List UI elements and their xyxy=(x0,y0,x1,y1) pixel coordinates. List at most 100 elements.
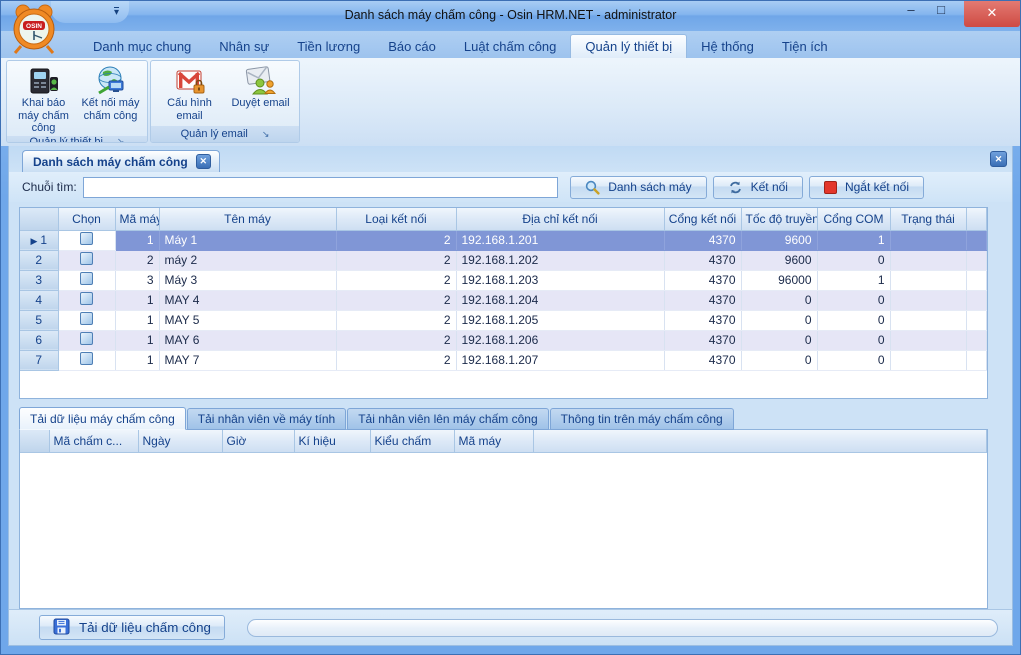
machine-row[interactable]: 3 3 Máy 3 2 192.168.1.203 4370 96000 1 xyxy=(20,270,987,290)
ribbon-tab-strip: Danh mục chung Nhân sự Tiền lương Báo cá… xyxy=(1,31,1020,58)
machine-row[interactable]: 4 1 MAY 4 2 192.168.1.204 4370 0 0 xyxy=(20,290,987,310)
tab-close-icon[interactable]: ✕ xyxy=(196,154,211,169)
row-checkbox[interactable] xyxy=(80,252,93,265)
row-checkbox[interactable] xyxy=(80,232,93,245)
column-header-toc-do-truyen[interactable]: Tốc độ truyền xyxy=(741,208,817,230)
panel-close-icon[interactable]: ✕ xyxy=(990,151,1007,167)
dialog-launcher-icon[interactable]: ↘ xyxy=(117,137,125,143)
row-checkbox[interactable] xyxy=(80,332,93,345)
ribbon-tab-nhan-su[interactable]: Nhân sự xyxy=(205,34,283,58)
cell-dia-chi: 192.168.1.206 xyxy=(456,330,664,350)
stop-icon xyxy=(824,181,837,194)
select-cell xyxy=(58,310,115,330)
cau-hinh-email-label: Cấu hình email xyxy=(155,97,224,122)
machine-row[interactable]: 7 1 MAY 7 2 192.168.1.207 4370 0 0 xyxy=(20,350,987,370)
cell-cong-com: 0 xyxy=(817,250,890,270)
maximize-button[interactable]: □ xyxy=(926,1,956,21)
search-input[interactable] xyxy=(83,177,559,198)
select-cell xyxy=(58,330,115,350)
cau-hinh-email-button[interactable]: Cấu hình email xyxy=(155,64,224,123)
cell-ten-may: MAY 7 xyxy=(159,350,336,370)
column-header-ki-hieu[interactable]: Kí hiệu xyxy=(294,430,370,452)
cell-cong-com: 0 xyxy=(817,310,890,330)
tab-tai-du-lieu-may[interactable]: Tải dữ liệu máy chấm công xyxy=(19,407,186,430)
row-indicator: 2 xyxy=(20,250,58,270)
header-filler xyxy=(966,208,987,230)
row-checkbox[interactable] xyxy=(80,272,93,285)
ribbon-group-email: Cấu hình email Duyệt email xyxy=(150,60,300,143)
column-header-dia-chi-ket-noi[interactable]: Địa chỉ kết nối xyxy=(456,208,664,230)
row-checkbox[interactable] xyxy=(80,352,93,365)
column-header-chon[interactable]: Chọn xyxy=(58,208,115,230)
minimize-button[interactable]: – xyxy=(896,1,926,21)
tab-tai-nhan-vien-ve-may-tinh[interactable]: Tải nhân viên về máy tính xyxy=(187,408,346,430)
cell-filler xyxy=(966,230,987,250)
khai-bao-may-button[interactable]: Khai báo máy chấm công xyxy=(11,64,76,136)
danh-sach-may-button[interactable]: Danh sách máy xyxy=(570,176,706,199)
ribbon-tab-bao-cao[interactable]: Báo cáo xyxy=(374,34,450,58)
column-header-ten-may[interactable]: Tên máy xyxy=(159,208,336,230)
sync-arrows-icon xyxy=(728,180,743,195)
duyet-email-label: Duyệt email xyxy=(231,97,289,110)
tab-tai-nhan-vien-len-may[interactable]: Tải nhân viên lên máy chấm công xyxy=(347,408,548,430)
cell-ten-may: MAY 6 xyxy=(159,330,336,350)
cell-toc-do: 0 xyxy=(741,350,817,370)
cell-toc-do: 9600 xyxy=(741,230,817,250)
cell-cong-ket-noi: 4370 xyxy=(664,230,741,250)
ket-noi-button[interactable]: Kết nối xyxy=(713,176,803,199)
column-header-cong-ket-noi[interactable]: Cổng kết nối xyxy=(664,208,741,230)
ribbon-tab-luat-cham-cong[interactable]: Luật chấm công xyxy=(450,34,571,58)
machine-row[interactable]: 2 2 máy 2 2 192.168.1.202 4370 9600 0 xyxy=(20,250,987,270)
ket-noi-may-button[interactable]: Kết nối máy chấm công xyxy=(78,64,143,123)
cell-filler xyxy=(966,270,987,290)
column-header-loai-ket-noi[interactable]: Loại kết nối xyxy=(336,208,456,230)
row-checkbox[interactable] xyxy=(80,292,93,305)
tab-danh-sach-may-cham-cong[interactable]: Danh sách máy chấm công ✕ xyxy=(22,150,220,172)
cell-ma-may: 1 xyxy=(115,350,159,370)
machine-row[interactable]: 6 1 MAY 6 2 192.168.1.206 4370 0 0 xyxy=(20,330,987,350)
cell-ten-may: Máy 1 xyxy=(159,230,336,250)
danh-sach-may-label: Danh sách máy xyxy=(608,180,691,194)
machine-row[interactable]: ▶1 1 Máy 1 2 192.168.1.201 4370 9600 1 xyxy=(20,230,987,250)
ribbon-tab-tien-ich[interactable]: Tiện ích xyxy=(768,34,842,58)
cell-toc-do: 0 xyxy=(741,330,817,350)
app-window: ▾ OSIN Danh sách máy chấm công - Osin HR… xyxy=(0,0,1021,655)
ribbon-tab-quan-ly-thiet-bi[interactable]: Quản lý thiết bị xyxy=(570,34,687,58)
row-checkbox[interactable] xyxy=(80,312,93,325)
column-header-kieu-cham[interactable]: Kiểu chấm xyxy=(370,430,454,452)
dialog-launcher-icon[interactable]: ↘ xyxy=(262,130,270,139)
ribbon-tab-tien-luong[interactable]: Tiền lương xyxy=(283,34,374,58)
column-header-gio[interactable]: Giờ xyxy=(222,430,294,452)
column-header-ma-cham-cong[interactable]: Mã chấm c... xyxy=(49,430,138,452)
cell-trang-thai xyxy=(890,270,966,290)
ngat-ket-noi-button[interactable]: Ngắt kết nối xyxy=(809,176,924,199)
column-header-trang-thai[interactable]: Trạng thái xyxy=(890,208,966,230)
content-area: Danh sách máy chấm công ✕ ✕ Chuỗi tìm: D… xyxy=(8,146,1013,646)
log-header-row: Mã chấm c... Ngày Giờ Kí hiệu Kiểu chấm … xyxy=(20,430,987,452)
cell-ma-may: 3 xyxy=(115,270,159,290)
cell-dia-chi: 192.168.1.207 xyxy=(456,350,664,370)
column-header-cong-com[interactable]: Cổng COM xyxy=(817,208,890,230)
tab-thong-tin-tren-may[interactable]: Thông tin trên máy chấm công xyxy=(550,408,734,430)
cell-loai-ket-noi: 2 xyxy=(336,330,456,350)
column-header-ngay[interactable]: Ngày xyxy=(138,430,222,452)
ribbon-tab-danh-muc-chung[interactable]: Danh mục chung xyxy=(79,34,205,58)
network-globe-icon xyxy=(95,65,127,97)
attendance-log-grid: Mã chấm c... Ngày Giờ Kí hiệu Kiểu chấm … xyxy=(19,429,988,609)
cell-trang-thai xyxy=(890,350,966,370)
duyet-email-button[interactable]: Duyệt email xyxy=(226,64,295,111)
column-header-ma-may-log[interactable]: Mã máy xyxy=(454,430,533,452)
search-toolbar: Chuỗi tìm: Danh sách máy xyxy=(9,172,1012,202)
column-header-ma-may[interactable]: Mã máy xyxy=(115,208,159,230)
tai-du-lieu-cham-cong-label: Tải dữ liệu chấm công xyxy=(79,620,211,635)
select-cell xyxy=(58,270,115,290)
cell-loai-ket-noi: 2 xyxy=(336,270,456,290)
machine-row[interactable]: 5 1 MAY 5 2 192.168.1.205 4370 0 0 xyxy=(20,310,987,330)
cell-dia-chi: 192.168.1.205 xyxy=(456,310,664,330)
row-indicator: 7 xyxy=(20,350,58,370)
tai-du-lieu-cham-cong-button[interactable]: Tải dữ liệu chấm công xyxy=(39,615,225,640)
ribbon-tab-he-thong[interactable]: Hệ thống xyxy=(687,34,768,58)
gmail-lock-icon xyxy=(174,65,206,97)
cell-toc-do: 96000 xyxy=(741,270,817,290)
close-button[interactable]: ✕ xyxy=(964,1,1020,27)
